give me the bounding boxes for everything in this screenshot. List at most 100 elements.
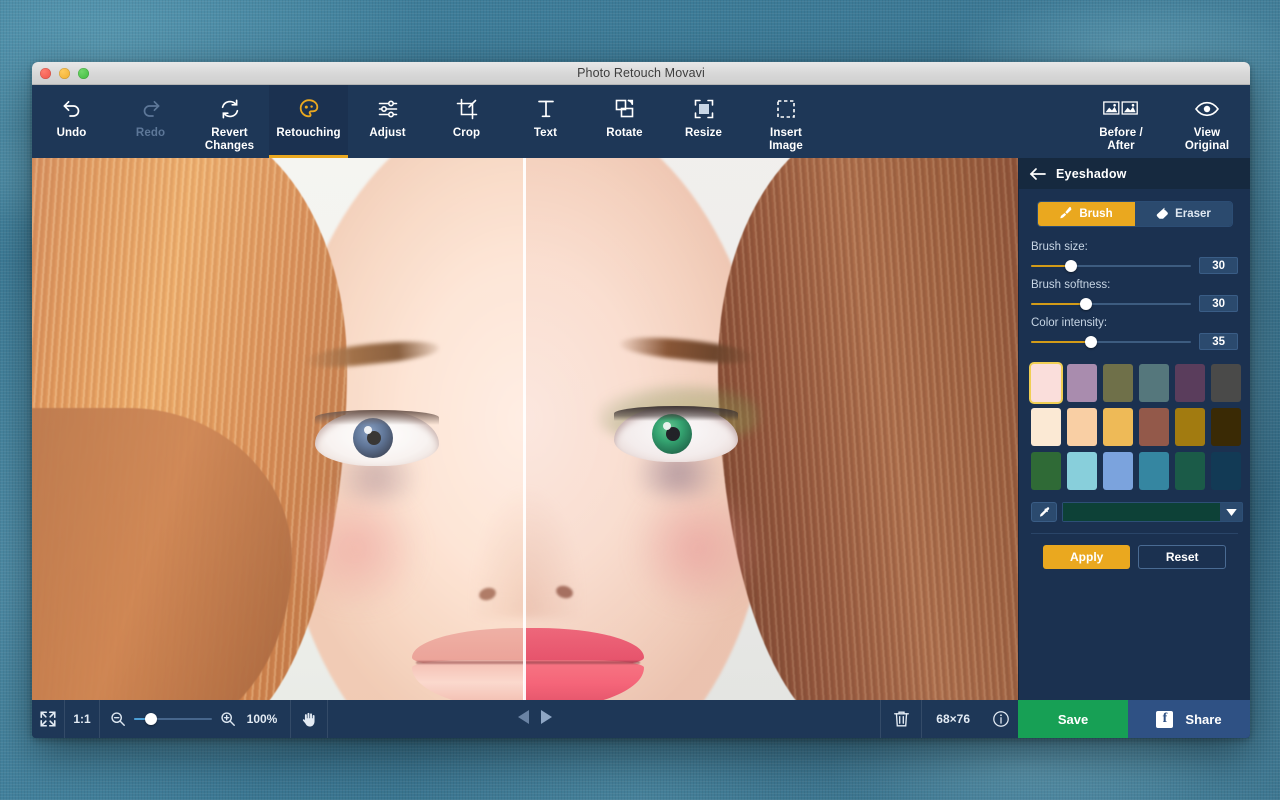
brush-size-value[interactable]: 30 bbox=[1199, 257, 1238, 274]
panel-title: Eyeshadow bbox=[1056, 167, 1127, 181]
minimize-window-button[interactable] bbox=[59, 68, 70, 79]
color-swatch-16[interactable] bbox=[1175, 452, 1205, 490]
color-swatch-5[interactable] bbox=[1211, 364, 1241, 402]
eyedropper-icon[interactable] bbox=[1031, 502, 1057, 522]
toolbar-item-before-after[interactable]: Before /After bbox=[1078, 85, 1164, 158]
toolbar-item-retouching[interactable]: Retouching bbox=[269, 85, 348, 158]
toolbar-item-insert-image[interactable]: InsertImage bbox=[743, 85, 829, 158]
trash-icon[interactable] bbox=[881, 700, 921, 738]
color-swatch-10[interactable] bbox=[1175, 408, 1205, 446]
before-after-images-icon bbox=[1103, 96, 1139, 122]
brush-size-slider[interactable] bbox=[1031, 258, 1191, 274]
color-swatch-0[interactable] bbox=[1031, 364, 1061, 402]
color-swatch-7[interactable] bbox=[1067, 408, 1097, 446]
insert-image-dashed-icon bbox=[774, 96, 798, 122]
toolbar-item-resize[interactable]: Resize bbox=[664, 85, 743, 158]
face-retouch-icon bbox=[297, 96, 321, 122]
undo-arrow-icon bbox=[60, 96, 84, 122]
color-swatch-12[interactable] bbox=[1031, 452, 1061, 490]
save-button[interactable]: Save bbox=[1018, 700, 1128, 738]
application-window: Photo Retouch Movavi Undo bbox=[32, 62, 1250, 738]
actual-size-button[interactable]: 1:1 bbox=[65, 700, 99, 738]
toolbar-item-adjust[interactable]: Adjust bbox=[348, 85, 427, 158]
resize-icon bbox=[692, 96, 716, 122]
zoom-out-icon[interactable] bbox=[110, 700, 126, 738]
maximize-window-button[interactable] bbox=[78, 68, 89, 79]
color-swatch-11[interactable] bbox=[1211, 408, 1241, 446]
toolbar-item-revert-changes[interactable]: RevertChanges bbox=[190, 85, 269, 158]
color-swatch-3[interactable] bbox=[1139, 364, 1169, 402]
hand-pan-icon[interactable] bbox=[291, 700, 327, 738]
color-swatch-2[interactable] bbox=[1103, 364, 1133, 402]
prev-triangle-icon[interactable] bbox=[518, 710, 529, 729]
color-swatch-8[interactable] bbox=[1103, 408, 1133, 446]
eraser-mode-label: Eraser bbox=[1175, 208, 1211, 220]
rotate-icon bbox=[613, 96, 637, 122]
brush-softness-value[interactable]: 30 bbox=[1199, 295, 1238, 312]
color-swatch-14[interactable] bbox=[1103, 452, 1133, 490]
toolbar-item-label: Retouching bbox=[276, 127, 340, 140]
toolbar-item-text[interactable]: Text bbox=[506, 85, 585, 158]
eye-icon bbox=[1194, 96, 1220, 122]
status-bar: 1:1 bbox=[32, 700, 1250, 738]
color-intensity-value[interactable]: 35 bbox=[1199, 333, 1238, 350]
image-dimensions-label: 68×76 bbox=[922, 712, 984, 726]
brush-softness-label: Brush softness: bbox=[1031, 279, 1238, 291]
panel-action-buttons: Apply Reset bbox=[1031, 534, 1238, 569]
panel-header: Eyeshadow bbox=[1019, 158, 1250, 189]
brush-softness-control: Brush softness: 30 bbox=[1031, 279, 1238, 312]
brush-size-label: Brush size: bbox=[1031, 241, 1238, 253]
color-swatch-4[interactable] bbox=[1175, 364, 1205, 402]
color-swatch-13[interactable] bbox=[1067, 452, 1097, 490]
toolbar-item-crop[interactable]: Crop bbox=[427, 85, 506, 158]
portrait-retouched bbox=[524, 158, 1018, 700]
photo-canvas[interactable] bbox=[32, 158, 1018, 700]
brush-mode-button[interactable]: Brush bbox=[1038, 202, 1135, 226]
next-triangle-icon[interactable] bbox=[541, 710, 552, 729]
toolbar-item-rotate[interactable]: Rotate bbox=[585, 85, 664, 158]
info-icon[interactable] bbox=[984, 700, 1018, 738]
zoom-slider[interactable] bbox=[134, 712, 212, 726]
toolbar-spacer bbox=[829, 85, 1078, 158]
chevron-down-icon[interactable] bbox=[1220, 503, 1242, 521]
status-separator bbox=[327, 700, 328, 738]
toolbar-item-redo[interactable]: Redo bbox=[111, 85, 190, 158]
text-t-icon bbox=[534, 96, 558, 122]
color-swatch-1[interactable] bbox=[1067, 364, 1097, 402]
custom-color-row bbox=[1031, 502, 1243, 522]
reset-button[interactable]: Reset bbox=[1138, 545, 1226, 569]
toolbar-item-view-original[interactable]: ViewOriginal bbox=[1164, 85, 1250, 158]
toolbar-item-label: Before /After bbox=[1099, 127, 1143, 152]
apply-button[interactable]: Apply bbox=[1043, 545, 1130, 569]
back-arrow-icon[interactable] bbox=[1029, 167, 1046, 181]
desktop-background: Photo Retouch Movavi Undo bbox=[0, 0, 1280, 800]
zoom-in-icon[interactable] bbox=[220, 700, 236, 738]
eraser-icon bbox=[1155, 206, 1169, 223]
revert-circular-arrows-icon bbox=[218, 96, 242, 122]
color-intensity-label: Color intensity: bbox=[1031, 317, 1238, 329]
toolbar-item-label: ViewOriginal bbox=[1185, 127, 1229, 152]
toolbar-item-label: Rotate bbox=[606, 127, 642, 140]
close-window-button[interactable] bbox=[40, 68, 51, 79]
brush-mode-label: Brush bbox=[1079, 208, 1112, 220]
fit-to-screen-icon[interactable] bbox=[32, 700, 64, 738]
toolbar-item-undo[interactable]: Undo bbox=[32, 85, 111, 158]
redo-arrow-icon bbox=[139, 96, 163, 122]
window-controls bbox=[40, 68, 89, 79]
color-swatch-17[interactable] bbox=[1211, 452, 1241, 490]
color-intensity-slider[interactable] bbox=[1031, 334, 1191, 350]
facebook-icon: f bbox=[1156, 711, 1173, 728]
eraser-mode-button[interactable]: Eraser bbox=[1135, 202, 1232, 226]
brush-softness-slider[interactable] bbox=[1031, 296, 1191, 312]
editor-body: Eyeshadow Brush bbox=[32, 158, 1250, 700]
color-swatch-9[interactable] bbox=[1139, 408, 1169, 446]
portrait-original bbox=[32, 158, 524, 700]
zoom-controls: 100% bbox=[100, 700, 290, 738]
share-button[interactable]: f Share bbox=[1128, 700, 1250, 738]
before-after-split-divider[interactable] bbox=[523, 158, 526, 700]
color-swatch-15[interactable] bbox=[1139, 452, 1169, 490]
color-swatch-6[interactable] bbox=[1031, 408, 1061, 446]
toolbar-item-label: RevertChanges bbox=[205, 127, 254, 152]
selected-color-field[interactable] bbox=[1062, 502, 1243, 522]
color-intensity-control: Color intensity: 35 bbox=[1031, 317, 1238, 350]
